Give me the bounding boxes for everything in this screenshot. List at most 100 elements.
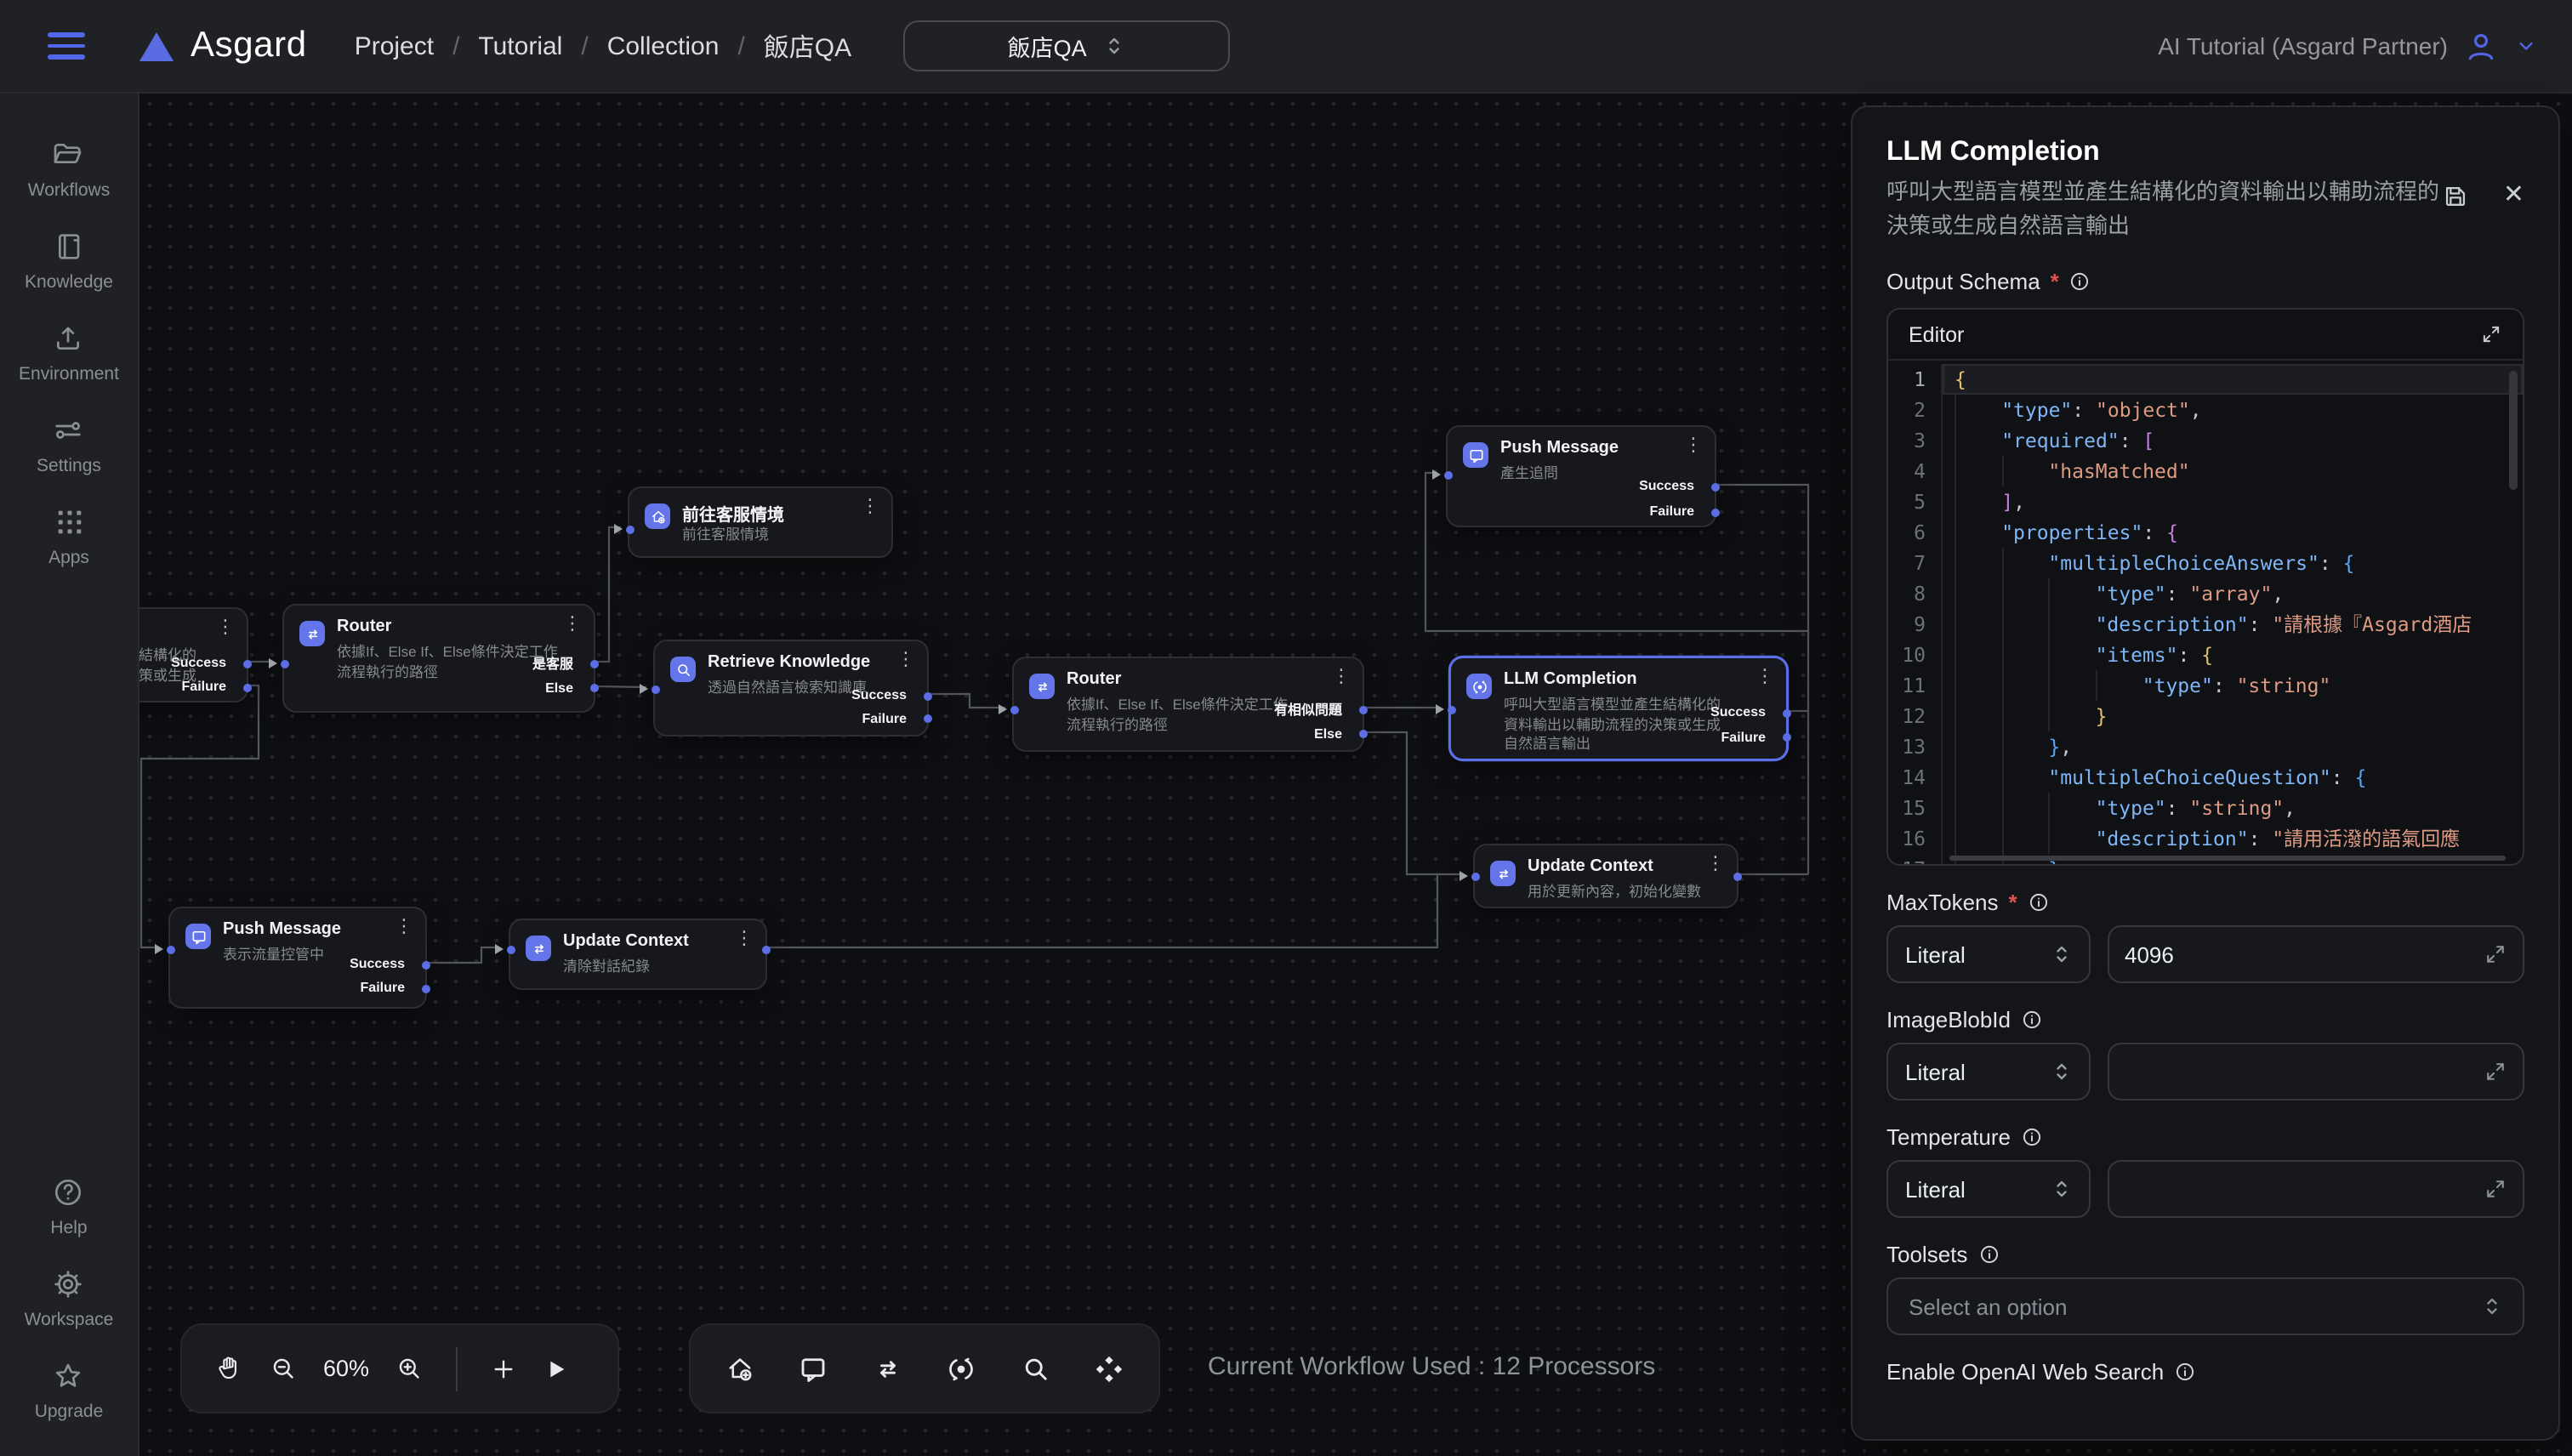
zoom-out-button[interactable] bbox=[269, 1354, 298, 1383]
kebab-menu-icon[interactable]: ⋮ bbox=[216, 619, 235, 638]
add-node-button[interactable] bbox=[490, 1355, 517, 1382]
input-port[interactable] bbox=[1471, 872, 1479, 880]
code-line-15[interactable]: 15"type": "string", bbox=[1888, 793, 2523, 823]
output-port[interactable] bbox=[1733, 872, 1742, 880]
input-port[interactable] bbox=[1443, 470, 1452, 479]
output-port-Failure[interactable] bbox=[1711, 508, 1720, 516]
info-icon[interactable] bbox=[2069, 270, 2091, 293]
workflow-node-goto-service[interactable]: 前往客服情境前往客服情境⋮ bbox=[628, 486, 893, 558]
maxtokens-input[interactable] bbox=[2125, 941, 2473, 967]
code-line-2[interactable]: 2"type": "object", bbox=[1888, 395, 2523, 425]
breadcrumb-item-Project[interactable]: Project bbox=[355, 31, 434, 60]
save-icon[interactable] bbox=[2441, 182, 2470, 211]
code-line-7[interactable]: 7"multipleChoiceAnswers": { bbox=[1888, 548, 2523, 578]
code-line-3[interactable]: 3"required": [ bbox=[1888, 425, 2523, 456]
llm-node-button[interactable] bbox=[946, 1353, 976, 1384]
sidebar-item-settings[interactable]: Settings bbox=[37, 413, 101, 476]
code-line-6[interactable]: 6"properties": { bbox=[1888, 517, 2523, 548]
workflow-node-router-2[interactable]: Router依據If、Else If、Else條件決定工作流程執行的路徑⋮有相似… bbox=[1012, 657, 1364, 752]
imageblobid-mode-select[interactable]: Literal bbox=[1886, 1043, 2091, 1101]
workflow-node-retrieve-knowledge[interactable]: Retrieve Knowledge透過自然語言檢索知識庫⋮Success Fa… bbox=[653, 640, 929, 737]
input-port[interactable] bbox=[1447, 705, 1455, 714]
workflow-node-llm-completion[interactable]: LLM Completion呼叫大型語言模型並產生結構化的資料輸出以輔助流程的決… bbox=[1449, 657, 1788, 760]
kebab-menu-icon[interactable]: ⋮ bbox=[735, 930, 754, 949]
output-port-Failure[interactable] bbox=[924, 714, 932, 723]
code-line-5[interactable]: 5], bbox=[1888, 486, 2523, 517]
temperature-input[interactable] bbox=[2125, 1176, 2473, 1202]
sidebar-item-help[interactable]: Help bbox=[50, 1175, 87, 1238]
toolsets-select[interactable]: Select an option bbox=[1886, 1277, 2524, 1335]
input-port[interactable] bbox=[506, 945, 515, 953]
output-port-Else[interactable] bbox=[590, 684, 599, 692]
sidebar-item-apps[interactable]: Apps bbox=[48, 505, 89, 568]
schema-editor[interactable]: Editor 1{2"type": "object",3"required": … bbox=[1886, 308, 2524, 866]
code-line-9[interactable]: 9"description": "請根據『Asgard酒店 bbox=[1888, 609, 2523, 640]
info-icon[interactable] bbox=[2021, 1126, 2043, 1148]
info-icon[interactable] bbox=[2021, 1009, 2043, 1031]
code-line-10[interactable]: 10"items": { bbox=[1888, 640, 2523, 670]
editor-expand-icon[interactable] bbox=[2480, 323, 2502, 345]
output-port-Success[interactable] bbox=[1711, 482, 1720, 491]
code-line-1[interactable]: 1{ bbox=[1888, 364, 2523, 395]
kebab-menu-icon[interactable]: ⋮ bbox=[1755, 668, 1774, 687]
input-port[interactable] bbox=[1010, 705, 1018, 714]
sidebar-item-workspace[interactable]: Workspace bbox=[25, 1267, 114, 1330]
imageblobid-input[interactable] bbox=[2125, 1059, 2473, 1084]
sidebar-item-upgrade[interactable]: Upgrade bbox=[35, 1359, 104, 1422]
info-icon[interactable] bbox=[2174, 1361, 2196, 1383]
output-port-有相似問題[interactable] bbox=[1359, 705, 1368, 714]
code-line-13[interactable]: 13}, bbox=[1888, 731, 2523, 762]
input-port[interactable] bbox=[280, 659, 288, 668]
output-port-Success[interactable] bbox=[924, 691, 932, 700]
workflow-node-llm-partial[interactable]: LLM Completion呼叫大型語言模型並產生結構化的資料輸出以輔助流程的決… bbox=[139, 607, 248, 702]
workflow-node-push-message-bottom[interactable]: Push Message表示流量控管中⋮Success Failure bbox=[168, 907, 427, 1009]
expand-icon[interactable] bbox=[2484, 942, 2507, 966]
output-port-Else[interactable] bbox=[1359, 730, 1368, 738]
output-port-Success[interactable] bbox=[1783, 708, 1791, 717]
apps-node-button[interactable] bbox=[1094, 1353, 1124, 1384]
kebab-menu-icon[interactable]: ⋮ bbox=[1684, 437, 1703, 456]
expand-icon[interactable] bbox=[2484, 1060, 2507, 1083]
user-icon[interactable] bbox=[2463, 28, 2499, 64]
temperature-mode-select[interactable]: Literal bbox=[1886, 1160, 2091, 1218]
kebab-menu-icon[interactable]: ⋮ bbox=[563, 616, 582, 634]
input-port[interactable] bbox=[166, 945, 174, 953]
code-line-11[interactable]: 11"type": "string" bbox=[1888, 670, 2523, 701]
output-port-Success[interactable] bbox=[243, 659, 252, 668]
pan-tool-button[interactable] bbox=[214, 1354, 243, 1383]
kebab-menu-icon[interactable]: ⋮ bbox=[896, 651, 915, 670]
kebab-menu-icon[interactable]: ⋮ bbox=[861, 498, 879, 517]
workflow-node-router-1[interactable]: Router依據If、Else If、Else條件決定工作流程執行的路徑⋮是客服… bbox=[282, 604, 595, 713]
input-port[interactable] bbox=[651, 685, 659, 693]
output-port-是客服[interactable] bbox=[590, 659, 599, 668]
menu-icon[interactable] bbox=[48, 32, 85, 60]
breadcrumb-item-Tutorial[interactable]: Tutorial bbox=[478, 31, 562, 60]
sidebar-item-environment[interactable]: Environment bbox=[19, 321, 119, 384]
output-port[interactable] bbox=[762, 945, 771, 953]
router-node-button[interactable] bbox=[873, 1353, 903, 1384]
push-message-node-button[interactable] bbox=[799, 1353, 829, 1384]
retrieve-node-button[interactable] bbox=[1020, 1353, 1050, 1384]
output-port-Failure[interactable] bbox=[243, 683, 252, 691]
code-line-4[interactable]: 4"hasMatched" bbox=[1888, 456, 2523, 486]
code-line-16[interactable]: 16"description": "請用活潑的語氣回應 bbox=[1888, 823, 2523, 854]
breadcrumb-item-飯店QA[interactable]: 飯店QA bbox=[764, 28, 851, 64]
workflow-node-push-message-top[interactable]: Push Message產生追問⋮Success Failure bbox=[1446, 425, 1716, 527]
output-port-Success[interactable] bbox=[422, 960, 430, 969]
maxtokens-mode-select[interactable]: Literal bbox=[1886, 925, 2091, 983]
info-icon[interactable] bbox=[2028, 891, 2050, 913]
workflow-node-update-context-bottom[interactable]: Update Context清除對話紀錄⋮ bbox=[509, 919, 767, 990]
chevron-down-icon[interactable] bbox=[2514, 34, 2538, 58]
kebab-menu-icon[interactable]: ⋮ bbox=[1706, 856, 1725, 874]
info-icon[interactable] bbox=[1977, 1243, 2000, 1265]
editor-vertical-scrollbar[interactable] bbox=[2509, 371, 2518, 490]
kebab-menu-icon[interactable]: ⋮ bbox=[1332, 668, 1351, 687]
kebab-menu-icon[interactable]: ⋮ bbox=[395, 919, 413, 937]
workflow-select[interactable]: 飯店QA bbox=[902, 20, 1229, 71]
run-workflow-button[interactable] bbox=[543, 1355, 570, 1382]
sidebar-item-knowledge[interactable]: Knowledge bbox=[25, 230, 113, 293]
editor-horizontal-scrollbar[interactable] bbox=[1949, 856, 2506, 861]
scene-node-button[interactable] bbox=[725, 1353, 755, 1384]
breadcrumb-item-Collection[interactable]: Collection bbox=[607, 31, 720, 60]
code-line-12[interactable]: 12} bbox=[1888, 701, 2523, 731]
